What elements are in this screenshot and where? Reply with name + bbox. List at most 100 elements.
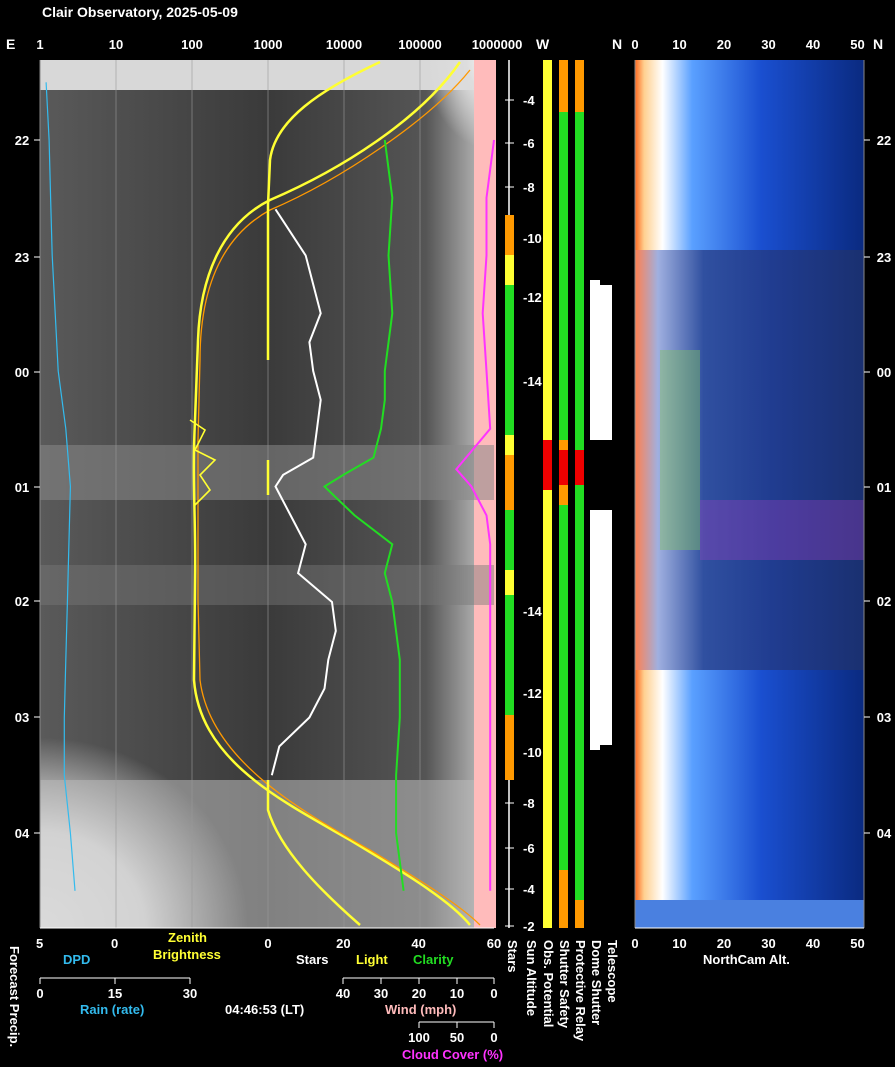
time-tick-left: 03 [15,710,29,725]
obs-potential-strip [543,60,552,928]
cloud-scale-tick: 100 [408,1030,430,1045]
strip-label: Shutter Safety [557,940,572,1029]
wind-label: Wind (mph) [385,1002,456,1017]
time-tick-right: 03 [877,710,891,725]
northcam-bottom-ticks: 0 10 20 30 40 50 [631,936,864,951]
stars-legend-label: Stars [296,952,329,967]
compass-north-right-label: N [873,36,883,52]
northcam-bottom-tick: 40 [806,936,820,951]
time-tick-right: 04 [877,826,892,841]
northcam-label: NorthCam Alt. [703,952,790,967]
northcam-top-tick: 40 [806,37,820,52]
rain-scale-ticks: 0 15 30 [36,978,197,1001]
sun-altitude-tick: -2 [523,919,535,934]
time-tick-left: 00 [15,365,29,380]
brightness-tick: 10 [109,37,123,52]
wind-scale-tick: 10 [450,986,464,1001]
northcam-top-tick: 10 [672,37,686,52]
sun-altitude-tick: -14 [523,374,543,389]
northcam-bottom-tick: 50 [850,936,864,951]
northcam-top-tick: 0 [631,37,638,52]
strip-label: Sun Altitude [524,940,539,1016]
cloud-scale-tick: 50 [450,1030,464,1045]
telescope-activity [590,280,612,750]
zenith-label-2: Brightness [153,947,221,962]
sun-altitude-tick: -12 [523,290,542,305]
time-tick-right: 23 [877,250,891,265]
sun-altitude-tick: -6 [523,841,535,856]
wind-scale-ticks: 40 30 20 10 0 [336,978,498,1001]
time-tick-right: 02 [877,594,891,609]
northcam-bottom-tick: 0 [631,936,638,951]
sun-altitude-tick: -10 [523,745,542,760]
time-tick-left: 22 [15,133,29,148]
clarity-legend-label: Clarity [413,952,454,967]
sun-altitude-tick: -8 [523,796,535,811]
time-tick-right: 22 [877,133,891,148]
time-tick-left: 04 [15,826,30,841]
brightness-tick: 1 [36,37,43,52]
strip-label: Stars [505,940,520,973]
strip-label: Obs. Potential [541,940,556,1027]
clarity-scale-tick: 0 [264,936,271,951]
wind-scale-tick: 0 [490,986,497,1001]
time-tick-left: 01 [15,480,29,495]
northcam-top-axis-ticks: 0 10 20 30 40 50 [631,37,864,52]
compass-north-label: N [612,36,622,52]
brightness-tick: 100 [181,37,203,52]
rain-label: Rain (rate) [80,1002,144,1017]
observatory-chart: Clair Observatory, 2025-05-09 E 1 10 100 10… [6,4,892,1062]
dpd-label: DPD [63,952,90,967]
chart-title: Clair Observatory, 2025-05-09 [42,4,238,20]
northcam-bottom-tick: 20 [717,936,731,951]
northcam-top-tick: 20 [717,37,731,52]
time-axis-left: 22 23 00 01 02 03 04 [15,133,40,841]
cloud-scale-tick: 0 [490,1030,497,1045]
time-tick-left: 23 [15,250,29,265]
cloud-cover-label: Cloud Cover (%) [402,1047,503,1062]
brightness-tick: 1000000 [472,37,523,52]
strip-label: Protective Relay [573,940,588,1042]
brightness-tick: 100000 [398,37,441,52]
compass-east-label: E [6,36,15,52]
time-tick-left: 02 [15,594,29,609]
shutter-safety-strip [559,60,568,928]
wind-scale-tick: 30 [374,986,388,1001]
northcam-top-tick: 50 [850,37,864,52]
strip-labels: Stars Sun Altitude Obs. Potential Shutter S… [505,940,620,1042]
clarity-scale-ticks: 0 20 40 60 [264,936,501,951]
clarity-scale-tick: 60 [487,936,501,951]
timestamp-label: 04:46:53 (LT) [225,1002,304,1017]
sun-altitude-tick: -6 [523,136,535,151]
forecast-precip-label: Forecast Precip. [7,946,22,1047]
clarity-scale-tick: 40 [411,936,425,951]
stars-strip [505,215,514,780]
sun-altitude-tick: -4 [523,882,535,897]
light-legend-label: Light [356,952,388,967]
strip-label: Dome Shutter [589,940,604,1025]
time-tick-right: 01 [877,480,891,495]
strip-label: Telescope [605,940,620,1003]
northcam-panel [635,60,864,928]
time-axis-right: 22 23 00 01 02 03 04 [864,133,892,841]
dpd-scale-5: 5 [36,936,43,951]
northcam-top-tick: 30 [761,37,775,52]
cloud-scale-ticks: 100 50 0 [408,1022,498,1045]
brightness-axis-ticks: 1 10 100 1000 10000 100000 1000000 [36,37,522,52]
sun-altitude-tick: -4 [523,93,535,108]
rain-scale-tick: 30 [183,986,197,1001]
rain-scale-tick: 0 [36,986,43,1001]
sun-altitude-tick: -8 [523,180,535,195]
northcam-bottom-tick: 30 [761,936,775,951]
time-tick-right: 00 [877,365,891,380]
clarity-scale-tick: 20 [336,936,350,951]
brightness-tick: 1000 [254,37,283,52]
dpd-scale-0: 0 [111,936,118,951]
sun-altitude-tick: -14 [523,604,543,619]
brightness-tick: 10000 [326,37,362,52]
northcam-bottom-tick: 10 [672,936,686,951]
compass-west-label: W [536,36,550,52]
protective-relay-strip [575,60,584,928]
zenith-label-1: Zenith [168,930,207,945]
wind-scale-tick: 20 [412,986,426,1001]
